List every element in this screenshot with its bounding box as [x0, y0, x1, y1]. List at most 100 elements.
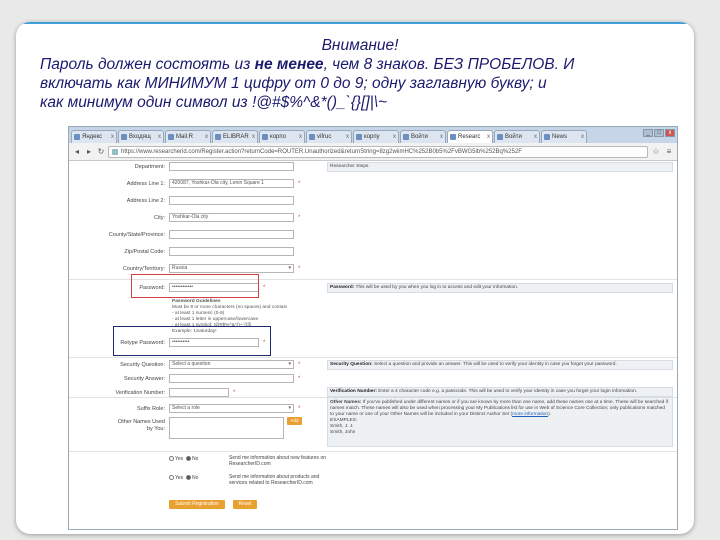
window-close-icon[interactable]: x: [665, 129, 675, 137]
zip-input[interactable]: [169, 247, 294, 256]
url-input[interactable]: https://www.researcherid.com/Register.ac…: [108, 145, 648, 158]
form-row-address2: Address Line 2:: [69, 195, 677, 208]
radio-no[interactable]: [185, 475, 191, 481]
tab-favicon-icon: [121, 134, 127, 140]
tab-close-icon[interactable]: x: [393, 134, 396, 140]
form-row-county: County/State/Province:: [69, 229, 677, 242]
submit-registration-button[interactable]: Submit Registration: [169, 500, 225, 509]
divider: [69, 357, 677, 358]
browser-tab[interactable]: Mail.R x: [165, 130, 211, 143]
form-row-security-question: Security Question: Select a question * S…: [69, 359, 677, 372]
form-row-address1: Address Line 1: 420087, Yoshkar-Ola city…: [126, 179, 301, 188]
minimize-icon[interactable]: _: [643, 129, 653, 137]
required-mark: *: [298, 266, 301, 272]
address-line1-input[interactable]: 420087, Yoshkar-Ola city, Lenin Square 1: [169, 179, 294, 188]
city-input[interactable]: Yoshkar-Ola city: [169, 213, 294, 222]
browser-tab[interactable]: корпу x: [353, 130, 399, 143]
form-row-city: City: Yoshkar-Ola city *: [154, 213, 301, 222]
form-row-security-answer: Security Answer: *: [124, 374, 301, 383]
tab-close-icon[interactable]: x: [440, 134, 443, 140]
tab-favicon-icon: [74, 134, 80, 140]
required-mark: *: [298, 362, 301, 368]
tab-favicon-icon: [497, 134, 503, 140]
form-row-department: Department: Researcher Steps: [69, 161, 677, 174]
option-products: Yes No: [169, 475, 198, 481]
country-select[interactable]: Russia: [169, 264, 294, 273]
tab-close-icon[interactable]: x: [346, 134, 349, 140]
password-note: Внимание! Пароль должен состоять из не м…: [40, 36, 680, 112]
browser-tab[interactable]: Войти x: [494, 130, 540, 143]
tab-favicon-icon: [262, 134, 268, 140]
divider: [69, 451, 677, 452]
lock-icon: [112, 148, 118, 155]
tab-close-icon[interactable]: x: [487, 134, 490, 140]
browser-tab[interactable]: Войти x: [400, 130, 446, 143]
window-controls: _ □ x: [642, 129, 675, 137]
tab-close-icon[interactable]: x: [534, 134, 537, 140]
required-mark: *: [233, 390, 236, 396]
menu-icon[interactable]: ≡: [664, 147, 674, 157]
browser-tab[interactable]: ELIBRAR x: [212, 130, 258, 143]
password-highlight-box: [131, 274, 259, 298]
help-password: Password: This will be used by you when …: [327, 283, 673, 293]
note-line-3: как минимум один символ из !@#$%^&*()_`{…: [40, 94, 388, 111]
tab-favicon-icon: [215, 134, 221, 140]
tab-favicon-icon: [356, 134, 362, 140]
browser-tab-active[interactable]: Researc x: [447, 130, 493, 143]
reload-icon[interactable]: ↻: [96, 147, 106, 157]
tab-close-icon[interactable]: x: [581, 134, 584, 140]
tab-close-icon[interactable]: x: [158, 134, 161, 140]
department-input[interactable]: [169, 162, 294, 171]
tab-favicon-icon: [544, 134, 550, 140]
other-names-input[interactable]: [169, 417, 284, 439]
verification-number-input[interactable]: [169, 388, 229, 397]
browser-tab[interactable]: Входящ x: [118, 130, 164, 143]
tab-favicon-icon: [403, 134, 409, 140]
radio-yes[interactable]: [169, 456, 174, 462]
back-icon[interactable]: ◂: [72, 147, 82, 157]
help-researcher-steps: Researcher Steps: [327, 162, 673, 172]
tab-close-icon[interactable]: x: [111, 134, 114, 140]
forward-icon[interactable]: ▸: [84, 147, 94, 157]
tab-close-icon[interactable]: x: [299, 134, 302, 140]
browser-tab[interactable]: News x: [541, 130, 587, 143]
tab-favicon-icon: [168, 134, 174, 140]
maximize-icon[interactable]: □: [654, 129, 664, 137]
security-answer-input[interactable]: [169, 374, 294, 383]
tab-close-icon[interactable]: x: [252, 134, 255, 140]
help-verification: Verification Number: Enter a 4 character…: [327, 387, 673, 397]
browser-tab[interactable]: vifruc x: [306, 130, 352, 143]
tab-close-icon[interactable]: x: [205, 134, 208, 140]
note-line-1: Пароль должен состоять из не менее, чем …: [40, 56, 575, 73]
tab-favicon-icon: [309, 134, 315, 140]
radio-no[interactable]: [185, 456, 191, 462]
tab-favicon-icon: [450, 134, 456, 140]
registration-form: Department: Researcher Steps Address Lin…: [69, 161, 677, 529]
required-mark: *: [298, 215, 301, 221]
more-information-link[interactable]: more information: [512, 412, 548, 417]
add-name-button[interactable]: Add: [287, 417, 302, 425]
suffix-role-select[interactable]: Select a role: [169, 404, 294, 413]
form-row-zip: Zip/Postal Code:: [69, 246, 677, 259]
note-title: Внимание!: [321, 37, 399, 54]
browser-tab[interactable]: корпо x: [259, 130, 305, 143]
required-mark: *: [298, 181, 301, 187]
slide: Внимание! Пароль должен состоять из не м…: [16, 22, 694, 534]
security-question-select[interactable]: Select a question: [169, 360, 294, 369]
county-input[interactable]: [169, 230, 294, 239]
required-mark: *: [263, 285, 266, 291]
bookmark-star-icon[interactable]: ☆: [651, 147, 661, 157]
slide-top-line: [16, 22, 694, 24]
required-mark: *: [298, 406, 301, 412]
tab-bar: Яндекс x Входящ x Mail.R x ELIBRAR x корпо x …: [69, 127, 677, 143]
note-line-2: включать как МИНИМУМ 1 цифру от 0 до 9; …: [40, 75, 547, 92]
reset-button[interactable]: Reset: [233, 500, 257, 509]
radio-yes[interactable]: [169, 475, 174, 481]
help-security-question: Security Question: Select a question and…: [327, 360, 673, 370]
option-new-features: Yes No: [169, 456, 198, 462]
required-mark: *: [298, 376, 301, 382]
browser-tab[interactable]: Яндекс x: [71, 130, 117, 143]
address-bar: ◂ ▸ ↻ https://www.researcherid.com/Regis…: [69, 143, 677, 161]
browser-window: Яндекс x Входящ x Mail.R x ELIBRAR x корпо x …: [68, 126, 678, 530]
address-line2-input[interactable]: [169, 196, 294, 205]
